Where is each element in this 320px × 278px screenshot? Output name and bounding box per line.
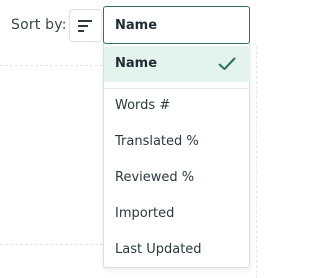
option-label: Words #: [115, 98, 171, 113]
sort-by-select[interactable]: Name: [103, 6, 250, 44]
sort-option-imported[interactable]: Imported: [104, 196, 250, 232]
checkmark-icon: [218, 57, 236, 70]
sort-lines-icon: [78, 20, 92, 32]
sort-order-button[interactable]: [69, 9, 102, 42]
option-label: Last Updated: [115, 242, 202, 257]
option-label: Translated %: [115, 134, 199, 149]
background-divider: [0, 244, 103, 245]
sort-option-name[interactable]: Name: [104, 46, 250, 82]
option-label: Name: [115, 56, 158, 71]
sort-option-reviewed[interactable]: Reviewed %: [104, 160, 250, 196]
sort-by-selected-value: Name: [115, 18, 158, 33]
background-divider: [256, 46, 257, 278]
option-label: Reviewed %: [115, 170, 195, 185]
sort-by-label: Sort by:: [11, 17, 67, 33]
sort-option-translated[interactable]: Translated %: [104, 124, 250, 160]
option-label: Imported: [115, 206, 175, 221]
sort-options-dropdown: Name Words # Translated % Reviewed % Imp…: [103, 42, 250, 268]
background-divider: [0, 65, 103, 66]
sort-option-words[interactable]: Words #: [104, 88, 250, 124]
sort-option-last-updated[interactable]: Last Updated: [104, 232, 250, 268]
